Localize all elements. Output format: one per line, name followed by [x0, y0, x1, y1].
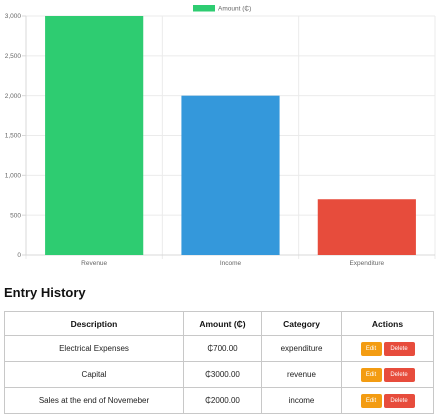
x-tick-label: Revenue	[81, 260, 107, 267]
header-description: Description	[4, 311, 184, 336]
header-category: Category	[261, 311, 342, 336]
entry-history-heading: Entry History	[4, 285, 86, 300]
delete-button[interactable]: Delete	[383, 393, 415, 408]
table-row: Sales at the end of Novemeber ₵2000.00 i…	[4, 387, 434, 414]
y-tick-label: 2,000	[5, 93, 22, 100]
delete-button[interactable]: Delete	[383, 341, 415, 356]
cell-actions: Edit Delete	[341, 387, 434, 414]
header-actions: Actions	[341, 311, 434, 336]
cell-amount: ₵2000.00	[183, 387, 262, 414]
bar-income[interactable]	[181, 95, 280, 256]
cell-description: Sales at the end of Novemeber	[4, 387, 184, 414]
legend-swatch	[193, 5, 215, 12]
cell-actions: Edit Delete	[341, 335, 434, 362]
edit-button[interactable]: Edit	[360, 367, 382, 382]
y-tick-label: 2,500	[5, 53, 22, 60]
header-amount: Amount (₵)	[183, 311, 262, 336]
table-row: Electrical Expenses ₵700.00 expenditure …	[4, 335, 434, 362]
x-tick-label: Expenditure	[349, 260, 384, 267]
amount-bar-chart: 0 500 1,000 1,500 2,000 2,500 3,000 Revenue Inco…	[0, 0, 439, 272]
cell-category: revenue	[261, 361, 342, 388]
legend-label: Amount (₵)	[218, 5, 251, 13]
bar-revenue[interactable]	[45, 16, 144, 255]
y-tick-label: 0	[17, 252, 21, 259]
edit-button[interactable]: Edit	[360, 393, 382, 408]
cell-category: income	[261, 387, 342, 414]
bar-expenditure[interactable]	[317, 199, 416, 255]
y-tick-label: 1,500	[5, 133, 22, 140]
cell-description: Electrical Expenses	[4, 335, 184, 362]
cell-actions: Edit Delete	[341, 361, 434, 388]
cell-amount: ₵3000.00	[183, 361, 262, 388]
chart-legend[interactable]: Amount (₵)	[193, 5, 251, 13]
y-tick-label: 500	[10, 212, 21, 219]
cell-description: Capital	[4, 361, 184, 388]
y-tick-label: 1,000	[5, 173, 22, 180]
edit-button[interactable]: Edit	[360, 341, 382, 356]
cell-category: expenditure	[261, 335, 342, 362]
y-tick-label: 3,000	[5, 13, 22, 20]
delete-button[interactable]: Delete	[383, 367, 415, 382]
cell-amount: ₵700.00	[183, 335, 262, 362]
chart-canvas: 0 500 1,000 1,500 2,000 2,500 3,000 Revenue Inco…	[5, 5, 436, 267]
table-header-row: Description Amount (₵) Category Actions	[4, 311, 434, 336]
table-row: Capital ₵3000.00 revenue Edit Delete	[4, 361, 434, 388]
x-tick-label: Income	[220, 260, 242, 267]
entry-history-table: Description Amount (₵) Category Actions …	[4, 311, 434, 414]
